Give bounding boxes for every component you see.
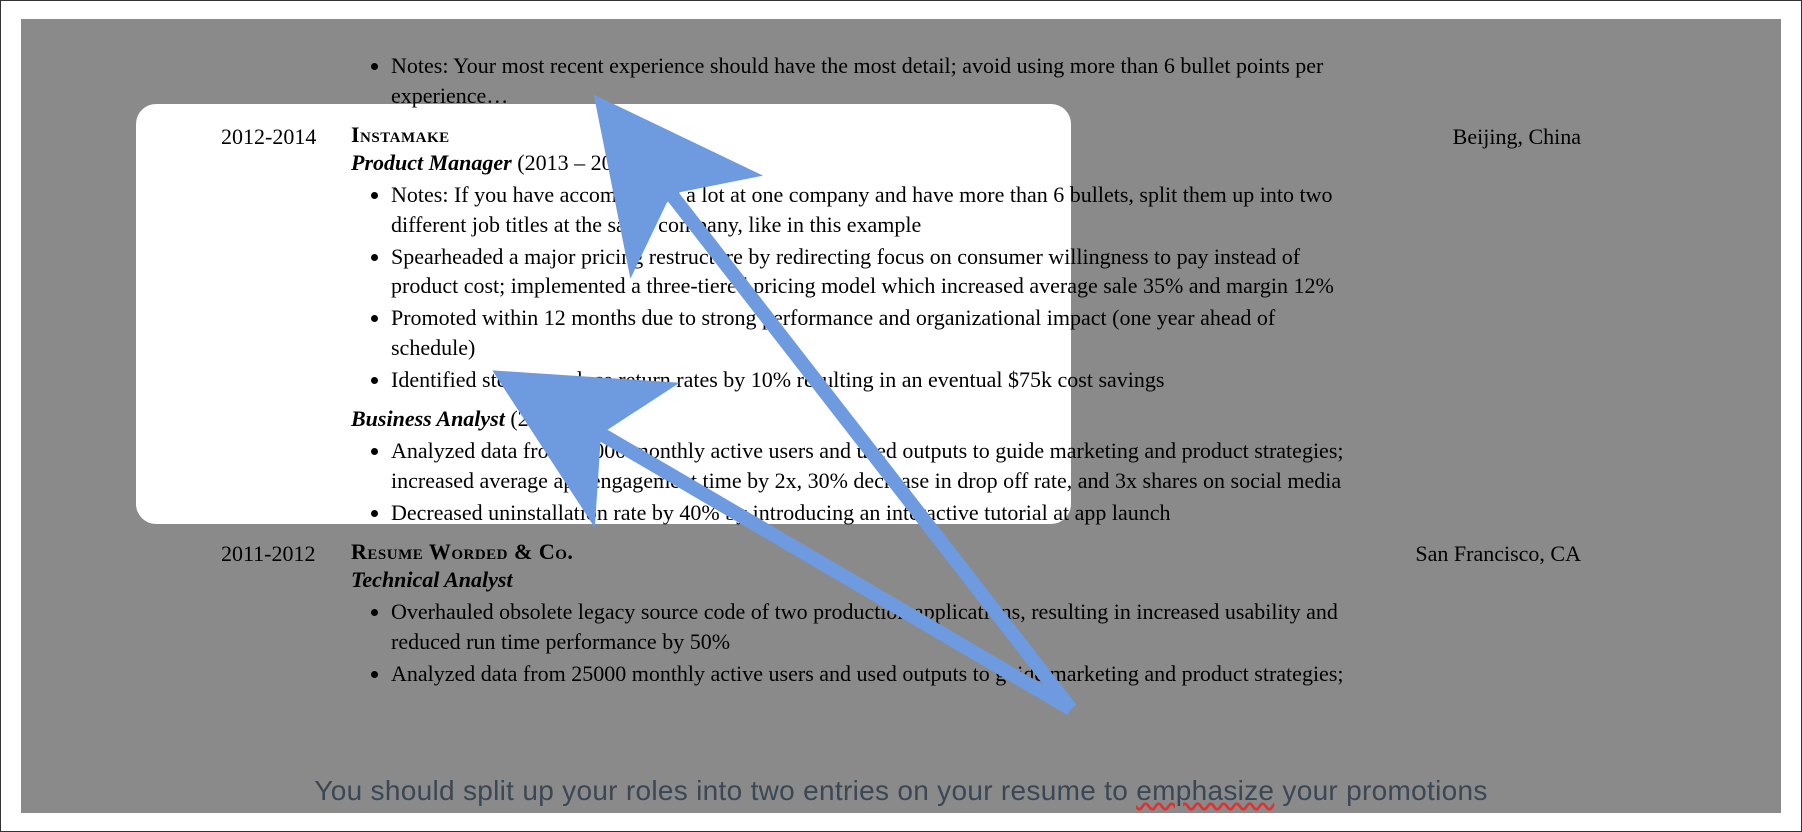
list-item: Decreased uninstallation rate by 40% by … [391, 498, 1361, 528]
caption-text: You should split up your roles into two … [21, 767, 1781, 813]
job2-location: San Francisco, CA [1361, 539, 1581, 567]
list-item: Analyzed data from 25000 monthly active … [391, 436, 1361, 495]
background-dim: Notes: Your most recent experience shoul… [21, 19, 1781, 813]
job1-header-row: 2012-2014 Instamake Product Manager (201… [221, 122, 1581, 539]
job1-role2-title: Business Analyst (2012) [351, 406, 1361, 432]
top-note-row: Notes: Your most recent experience shoul… [221, 49, 1581, 122]
top-note-bullet: Notes: Your most recent experience shoul… [391, 51, 1361, 110]
job1-role1-bullets: Notes: If you have accomplished a lot at… [351, 180, 1361, 394]
job2-role-title: Technical Analyst [351, 567, 1361, 593]
job1-role1-title: Product Manager (2013 – 2014) [351, 150, 1361, 176]
job2-company: Resume Worded & Co. [351, 539, 1361, 565]
resume-content: Notes: Your most recent experience shoul… [21, 19, 1781, 700]
job2-header-row: 2011-2012 Resume Worded & Co. Technical … [221, 539, 1581, 700]
job2-bullets: Overhauled obsolete legacy source code o… [351, 597, 1361, 688]
list-item: Identified steps to reduce return rates … [391, 365, 1361, 395]
job1-location: Beijing, China [1361, 122, 1581, 150]
caption-emphasis: emphasize [1136, 775, 1274, 806]
job1-dates: 2012-2014 [221, 122, 351, 150]
list-item: Promoted within 12 months due to strong … [391, 303, 1361, 362]
job1-company: Instamake [351, 122, 1361, 148]
list-item: Overhauled obsolete legacy source code o… [391, 597, 1361, 656]
list-item: Notes: If you have accomplished a lot at… [391, 180, 1361, 239]
list-item: Spearheaded a major pricing restructure … [391, 242, 1361, 301]
job1-role2-bullets: Analyzed data from 25000 monthly active … [351, 436, 1361, 527]
list-item: Analyzed data from 25000 monthly active … [391, 659, 1361, 689]
job2-dates: 2011-2012 [221, 539, 351, 567]
